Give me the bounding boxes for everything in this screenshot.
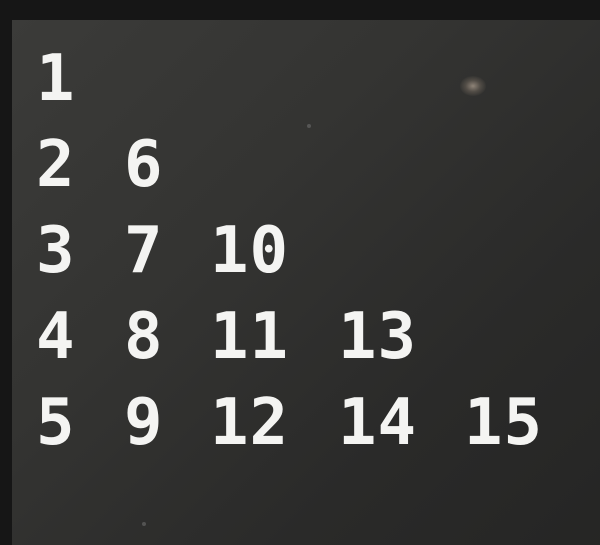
- output-number: 7: [124, 214, 164, 288]
- output-number: 4: [36, 300, 76, 374]
- output-number: 5: [36, 386, 76, 460]
- output-number: 10: [210, 214, 290, 288]
- output-number: 11: [210, 300, 290, 374]
- output-number: 13: [338, 300, 418, 374]
- screen-speck: [307, 124, 311, 128]
- output-number: 14: [338, 386, 418, 460]
- photo-frame: 1 2 6 3 7 10 4 8 11 13 5 9 12 14 15: [0, 0, 600, 545]
- output-number: 2: [36, 128, 76, 202]
- screen-glare: [460, 76, 486, 96]
- terminal-screen: 1 2 6 3 7 10 4 8 11 13 5 9 12 14 15: [12, 20, 600, 545]
- output-number: 6: [124, 128, 164, 202]
- output-number: 12: [210, 386, 290, 460]
- screen-speck: [142, 522, 146, 526]
- output-number: 8: [124, 300, 164, 374]
- output-number: 1: [36, 42, 76, 116]
- output-number: 9: [124, 386, 164, 460]
- output-number: 3: [36, 214, 76, 288]
- output-number: 15: [464, 386, 544, 460]
